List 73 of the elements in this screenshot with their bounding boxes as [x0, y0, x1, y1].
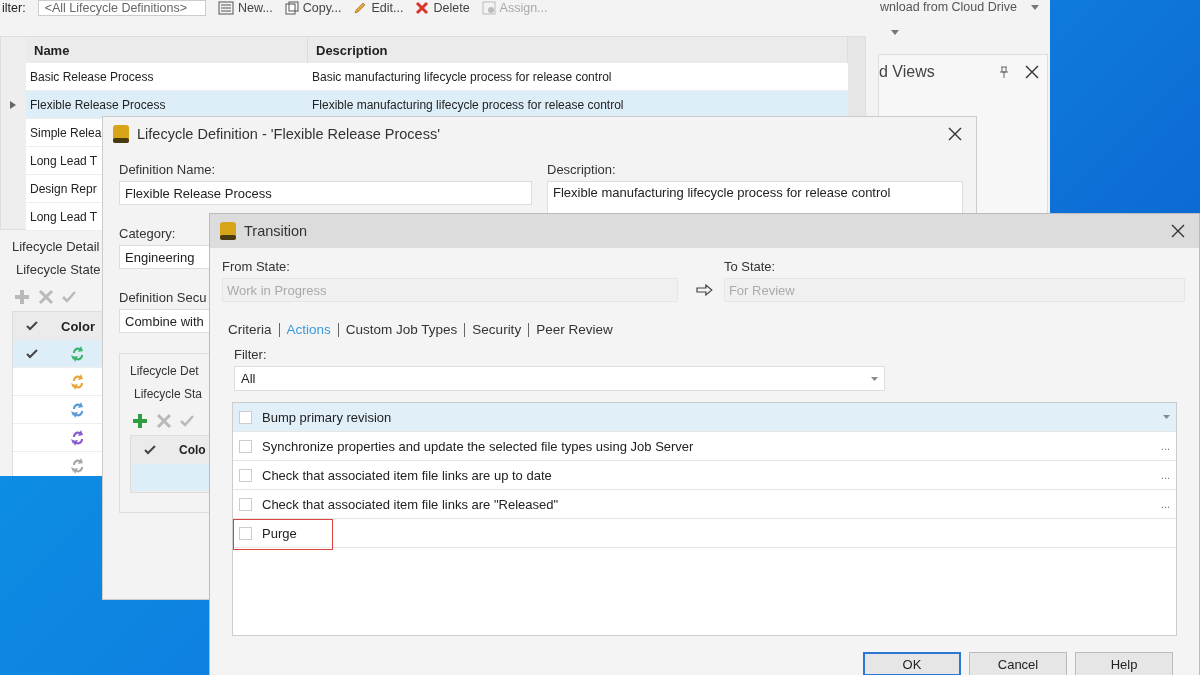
- list-item[interactable]: Check that associated item file links are "Released" ...: [233, 490, 1176, 519]
- cloud-drive-button[interactable]: wnload from Cloud Drive: [880, 0, 1017, 14]
- dialog-button[interactable]: Cancel: [969, 652, 1067, 675]
- pencil-icon: [353, 1, 368, 15]
- list-item[interactable]: Check that associated item file links are up to date ...: [233, 461, 1176, 490]
- filter-label: ilter:: [2, 1, 26, 15]
- toolbar-button[interactable]: Edit...: [353, 1, 404, 15]
- toolbar-button[interactable]: Delete: [415, 1, 470, 15]
- filter-dropdown[interactable]: <All Lifecycle Definitions>: [37, 0, 207, 16]
- assign-icon: [481, 1, 496, 15]
- table-cell[interactable]: Simple Relea: [30, 125, 102, 140]
- field-label: Description:: [547, 162, 616, 178]
- column-header[interactable]: Colo: [179, 443, 206, 457]
- delete-icon: [415, 1, 430, 15]
- tab-label[interactable]: Lifecycle State: [16, 260, 101, 280]
- toolbar-button[interactable]: Copy...: [284, 1, 342, 15]
- caret-icon[interactable]: [891, 30, 899, 35]
- table-row[interactable]: [13, 340, 105, 368]
- checkbox[interactable]: [239, 526, 252, 540]
- caret-icon: [871, 376, 878, 381]
- arrow-right-icon: [696, 284, 714, 296]
- column-header[interactable]: Color: [61, 318, 95, 334]
- app-logo-icon: [113, 125, 129, 143]
- tab-link[interactable]: Custom Job Types: [337, 323, 465, 337]
- group-title: Lifecycle Detail: [12, 238, 100, 256]
- list-item[interactable]: Purge: [233, 519, 1176, 548]
- close-icon[interactable]: [1025, 65, 1039, 79]
- list-item[interactable]: Bump primary revision: [233, 403, 1176, 432]
- window-title: Transition: [244, 223, 309, 239]
- field-label: Definition Secu: [119, 290, 207, 306]
- column-header[interactable]: Name: [26, 37, 308, 63]
- caret-icon[interactable]: [1163, 415, 1170, 419]
- pin-icon[interactable]: [999, 66, 1009, 78]
- tab-link[interactable]: Criteria: [228, 323, 279, 337]
- table-cell[interactable]: Basic Release Process: [30, 69, 154, 84]
- list-item[interactable]: Synchronize properties and update the selected file types using Job Server ...: [233, 432, 1176, 461]
- field-label: Category:: [119, 226, 176, 242]
- tab-link[interactable]: Security: [464, 323, 529, 337]
- column-header[interactable]: Description: [308, 37, 848, 63]
- input-field[interactable]: Flexible Release Process: [119, 181, 532, 205]
- group-title: Lifecycle Det: [130, 363, 199, 380]
- field-label: From State:: [222, 259, 290, 275]
- table-cell[interactable]: Basic manufacturing lifecycle process for release control: [312, 69, 612, 84]
- tab-link[interactable]: Peer Review: [528, 323, 620, 337]
- checkbox[interactable]: [239, 497, 252, 511]
- tab-label[interactable]: Lifecycle Sta: [134, 384, 203, 404]
- checkbox[interactable]: [239, 468, 252, 482]
- table-cell[interactable]: Long Lead T: [30, 153, 98, 168]
- dialog-button[interactable]: Help: [1075, 652, 1173, 675]
- toolbar-button[interactable]: New...: [218, 1, 273, 15]
- dialog-button[interactable]: OK: [863, 652, 961, 675]
- checkbox[interactable]: [239, 439, 252, 453]
- caret-icon[interactable]: [1030, 4, 1039, 10]
- field-label: To State:: [723, 259, 776, 275]
- close-icon[interactable]: [948, 127, 962, 141]
- checkmark-icon: [26, 347, 38, 360]
- filter-dropdown[interactable]: All: [234, 366, 885, 391]
- checkbox[interactable]: [239, 410, 252, 424]
- document-icon: [218, 1, 235, 15]
- table-cell[interactable]: Flexible manufacturing lifecycle process for release control: [312, 97, 624, 112]
- app-logo-icon: [220, 222, 236, 240]
- panel-title: d Views: [879, 63, 936, 81]
- window-title: Lifecycle Definition - 'Flexible Release Process': [137, 126, 441, 142]
- table-cell[interactable]: Flexible Release Process: [30, 97, 166, 112]
- field-label: Filter:: [234, 347, 267, 363]
- field-label: Definition Name:: [119, 162, 216, 178]
- close-icon[interactable]: [1171, 224, 1185, 238]
- table-cell[interactable]: Design Repr: [30, 181, 97, 196]
- checkmark-icon: [26, 320, 38, 332]
- checkmark-icon: [144, 444, 156, 456]
- add-icon[interactable]: [132, 413, 148, 429]
- table-cell[interactable]: Long Lead T: [30, 209, 98, 224]
- row-pointer-icon: [10, 101, 16, 109]
